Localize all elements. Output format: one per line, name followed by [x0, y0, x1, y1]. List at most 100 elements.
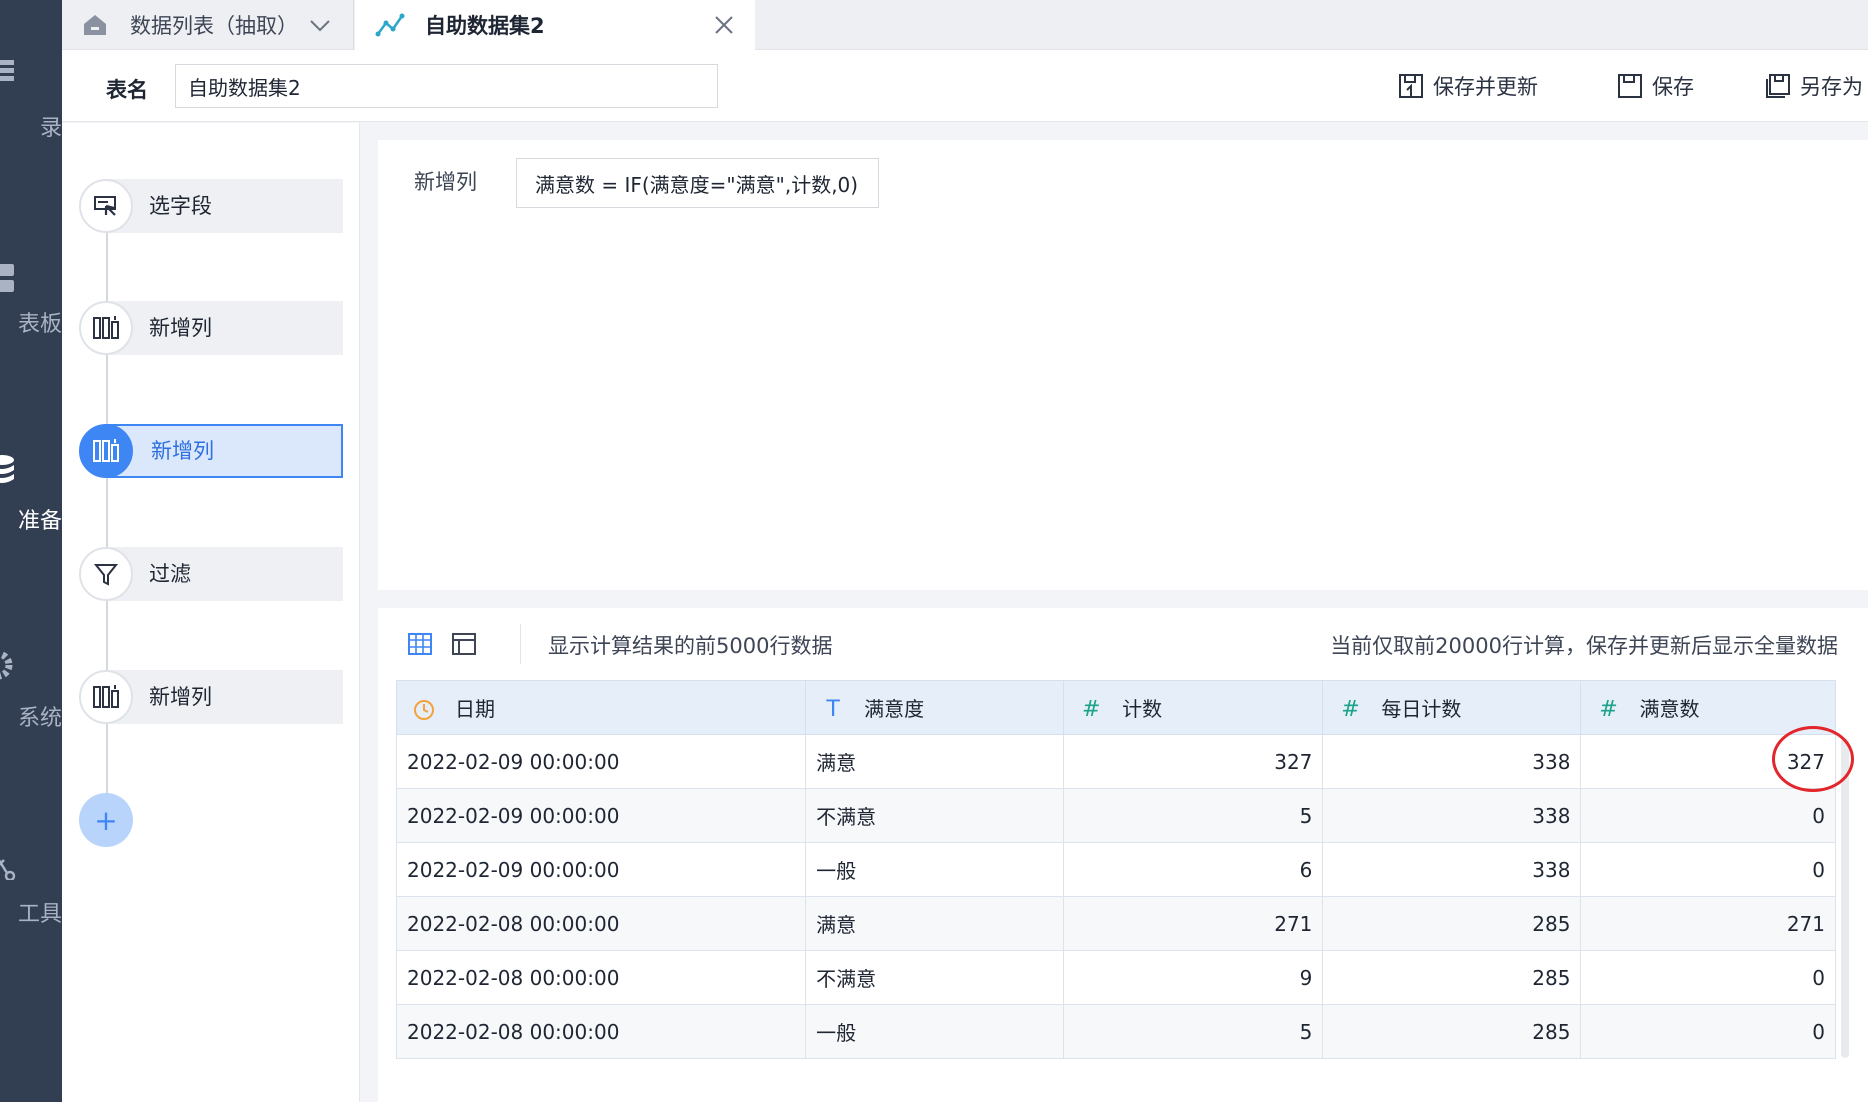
cell-satisfied-count: 0	[1580, 788, 1836, 843]
add-column-icon	[79, 670, 133, 724]
cell-count: 271	[1063, 896, 1324, 951]
cell-satisfaction: 不满意	[805, 788, 1065, 843]
chevron-down-icon[interactable]	[309, 14, 331, 36]
add-step-button[interactable]: +	[79, 793, 133, 847]
nav-item-dashboard[interactable]: 表板	[0, 246, 62, 376]
save-label: 保存	[1652, 75, 1694, 99]
cell-daily-count: 285	[1322, 1004, 1582, 1059]
cell-satisfaction: 满意	[805, 896, 1065, 951]
formula-expression[interactable]: 满意数 = IF(满意度="满意",计数,0)	[516, 158, 879, 208]
cell-satisfied-count: 0	[1580, 1004, 1836, 1059]
formula-panel: 新增列 满意数 = IF(满意度="满意",计数,0)	[378, 140, 1868, 590]
cell-count: 6	[1063, 842, 1324, 897]
save-as-icon	[1766, 74, 1790, 98]
step-add-column-1[interactable]: 新增列	[79, 301, 343, 355]
cell-daily-count: 338	[1322, 842, 1582, 897]
nav-label: 工具	[17, 902, 62, 927]
table-row: 2022-02-09 00:00:00 满意 327 338 327	[395, 734, 1836, 789]
layout-view-icon[interactable]	[450, 630, 478, 658]
dataset-header: 表名 保存并更新 保存 另存为	[62, 50, 1868, 122]
nav-label: 准备	[17, 509, 62, 534]
table-scrollbar[interactable]	[1841, 738, 1849, 1058]
table-row: 2022-02-08 00:00:00 不满意 9 285 0	[395, 950, 1836, 1005]
filter-icon	[79, 547, 133, 601]
cell-date: 2022-02-09 00:00:00	[395, 788, 807, 843]
step-label: 选字段	[107, 179, 343, 233]
number-type-icon: #	[1599, 697, 1618, 722]
column-header-satisfied-count[interactable]: # 满意数	[1580, 680, 1836, 735]
gear-icon	[0, 650, 13, 680]
formula-label: 新增列	[414, 170, 477, 194]
preview-table: 日期 T 满意度 # 计数 # 每日计数 # 满意数 2022-02-09 00:00:…	[395, 680, 1836, 1059]
column-header-daily-count[interactable]: # 每日计数	[1322, 680, 1582, 735]
save-as-button[interactable]: 另存为	[1764, 70, 1863, 102]
cell-count: 9	[1063, 950, 1324, 1005]
nav-label: 表板	[17, 312, 62, 337]
add-column-icon	[79, 424, 133, 478]
column-header-count[interactable]: # 计数	[1063, 680, 1324, 735]
table-name-input[interactable]	[175, 64, 718, 108]
number-type-icon: #	[1081, 697, 1101, 722]
step-label: 过滤	[107, 547, 343, 601]
cell-satisfied-count: 0	[1580, 842, 1836, 897]
table-row: 2022-02-08 00:00:00 满意 271 285 271	[395, 896, 1836, 951]
cell-daily-count: 338	[1322, 788, 1582, 843]
cell-date: 2022-02-08 00:00:00	[395, 896, 807, 951]
table-row: 2022-02-09 00:00:00 一般 6 338 0	[395, 842, 1836, 897]
plus-icon: +	[94, 803, 118, 837]
nav-item-tools[interactable]: 工具	[0, 836, 62, 966]
cell-count: 5	[1063, 788, 1324, 843]
cell-daily-count: 285	[1322, 896, 1582, 951]
cell-satisfied-count: 271	[1580, 896, 1836, 951]
tab-data-list[interactable]: 数据列表（抽取）	[62, 0, 354, 50]
cell-date: 2022-02-08 00:00:00	[395, 1004, 807, 1059]
tab-dataset[interactable]: 自助数据集2	[355, 0, 755, 50]
save-and-update-button[interactable]: 保存并更新	[1397, 70, 1538, 102]
save-update-icon	[1399, 74, 1423, 98]
table-view-icon[interactable]	[406, 630, 434, 658]
select-field-icon	[79, 179, 133, 233]
step-select-fields[interactable]: 选字段	[79, 179, 343, 233]
column-header-satisfaction[interactable]: T 满意度	[805, 680, 1065, 735]
dashboard-icon	[0, 264, 14, 292]
preview-row-note: 显示计算结果的前5000行数据	[548, 634, 833, 658]
line-chart-icon	[375, 13, 405, 37]
home-icon	[84, 15, 106, 35]
cell-count: 5	[1063, 1004, 1324, 1059]
column-header-date[interactable]: 日期	[395, 680, 807, 735]
tab-label: 数据列表（抽取）	[130, 14, 298, 38]
save-icon	[1618, 74, 1642, 98]
cell-date: 2022-02-09 00:00:00	[395, 734, 807, 789]
step-filter[interactable]: 过滤	[79, 547, 343, 601]
tab-bar: 数据列表（抽取） 自助数据集2	[62, 0, 1868, 50]
cell-date: 2022-02-08 00:00:00	[395, 950, 807, 1005]
nav-item-system[interactable]: 系统	[0, 640, 62, 770]
step-label: 新增列	[107, 301, 343, 355]
clock-icon	[409, 697, 439, 722]
nav-label: 系统	[17, 706, 62, 731]
cell-count: 327	[1063, 734, 1324, 789]
text-type-icon: T	[826, 697, 840, 722]
save-button[interactable]: 保存	[1616, 70, 1694, 102]
table-header-row: 日期 T 满意度 # 计数 # 每日计数 # 满意数	[395, 680, 1836, 735]
close-icon[interactable]	[711, 12, 737, 38]
number-type-icon: #	[1341, 697, 1360, 722]
cell-satisfaction: 一般	[805, 1004, 1065, 1059]
step-label: 新增列	[107, 424, 343, 478]
nav-item-catalog[interactable]: 录	[0, 50, 62, 180]
preview-panel: 显示计算结果的前5000行数据 当前仅取前20000行计算，保存并更新后显示全量…	[378, 608, 1868, 1102]
cell-satisfaction: 一般	[805, 842, 1065, 897]
list-icon	[0, 60, 14, 81]
save-and-update-label: 保存并更新	[1433, 75, 1538, 99]
preview-compute-note: 当前仅取前20000行计算，保存并更新后显示全量数据	[1330, 634, 1838, 658]
nav-label: 录	[39, 116, 62, 141]
toolbar-divider	[520, 624, 521, 664]
nav-item-data-prep[interactable]: 准备	[0, 443, 62, 573]
tab-label: 自助数据集2	[425, 14, 545, 38]
step-label: 新增列	[107, 670, 343, 724]
step-add-column-3[interactable]: 新增列	[79, 670, 343, 724]
highlight-annotation	[1772, 726, 1854, 792]
tools-icon	[0, 859, 16, 880]
step-add-column-2[interactable]: 新增列	[79, 424, 343, 478]
table-row: 2022-02-09 00:00:00 不满意 5 338 0	[395, 788, 1836, 843]
